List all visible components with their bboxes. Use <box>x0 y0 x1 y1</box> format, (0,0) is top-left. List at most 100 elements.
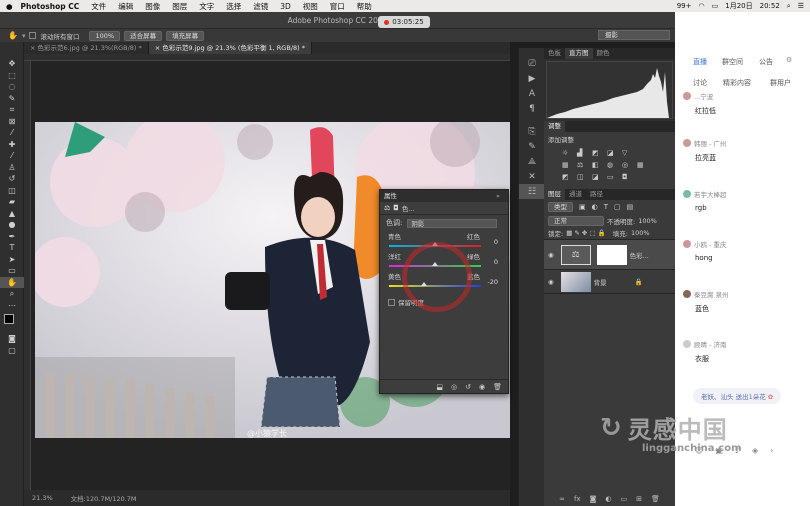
menu-layer[interactable]: 图层 <box>172 1 187 12</box>
layer-color-balance[interactable]: ◉ ⚖ 色彩... <box>544 240 675 270</box>
curves-icon[interactable]: ◩ <box>592 149 604 157</box>
history-brush-icon[interactable]: ↺ <box>0 173 24 185</box>
type-tool-icon[interactable]: T <box>0 242 24 254</box>
chat-tab-space[interactable]: 群空间 <box>722 57 743 67</box>
layer-background[interactable]: ◉ 背景 🔒 <box>544 270 675 294</box>
paragraph-panel-icon[interactable]: ¶ <box>519 101 545 116</box>
menu-image[interactable]: 图像 <box>145 1 160 12</box>
tab-histogram[interactable]: 直方图 <box>565 48 593 59</box>
crop-tool-icon[interactable]: ⌗ <box>0 104 24 116</box>
selective-color-icon[interactable]: ◘ <box>622 173 634 181</box>
dodge-tool-icon[interactable]: ● <box>0 219 24 231</box>
threshold-icon[interactable]: ◪ <box>592 173 604 181</box>
tool-preset-chevron-icon[interactable]: ▾ <box>22 32 26 40</box>
opacity-value[interactable]: 100% <box>638 217 657 225</box>
chat-tab-members[interactable]: 群用户 <box>770 78 791 88</box>
photo-filter-icon[interactable]: ◍ <box>607 161 619 169</box>
fit-screen-button[interactable]: 适合屏幕 <box>124 30 163 41</box>
path-select-icon[interactable]: ➤ <box>0 254 24 266</box>
zoom-100-button[interactable]: 100% <box>89 30 121 41</box>
layer-name[interactable]: 色彩... <box>630 250 649 260</box>
hand-tool-icon-2[interactable]: ✋ <box>0 276 24 288</box>
chat-user[interactable]: 秦豆腐 泉州 <box>694 289 729 299</box>
reset-icon[interactable]: ↺ <box>465 383 471 391</box>
character-panel-icon[interactable]: A <box>519 86 545 101</box>
brush-panel-icon[interactable]: ✎ <box>519 139 545 154</box>
link-icon[interactable]: ∞ <box>559 495 565 503</box>
lock-icons[interactable]: ▦ ✎ ✥ ⬚ 🔒 <box>566 229 606 237</box>
chat-user[interactable]: 韩丽 - 广州 <box>694 138 726 148</box>
layer-mask-thumb[interactable] <box>596 244 627 265</box>
vibrance-icon[interactable]: ▽ <box>622 149 634 157</box>
properties-header[interactable]: 属性 » <box>380 190 508 202</box>
filter-adjust-icon[interactable]: ◐ <box>592 203 598 211</box>
levels-icon[interactable]: ▟ <box>577 149 589 157</box>
apple-icon[interactable]: ● <box>6 2 13 11</box>
new-layer-icon[interactable]: ⊞ <box>636 495 642 503</box>
glyphs-panel-icon[interactable]: ⎘ <box>519 124 545 139</box>
tools-panel-icon[interactable]: ✕ <box>519 169 545 184</box>
tab-layers[interactable]: 图层 <box>544 189 565 200</box>
tone-select[interactable]: 阴影 <box>407 218 498 228</box>
slider-value[interactable]: 0 <box>494 258 498 266</box>
eraser-tool-icon[interactable]: ◫ <box>0 185 24 197</box>
avatar[interactable] <box>683 340 691 348</box>
menu-list-icon[interactable]: ☰ <box>798 2 804 10</box>
visibility-icon[interactable]: ◉ <box>548 251 554 259</box>
healing-brush-icon[interactable]: ✚ <box>0 139 24 151</box>
actions-panel-icon[interactable]: ▶ <box>519 71 545 86</box>
chat-user[interactable]: 小鸥 - 重庆 <box>694 239 726 249</box>
screen-mode-icon[interactable]: ▢ <box>0 345 24 357</box>
chat-user[interactable]: ...宁波 <box>694 91 713 101</box>
new-adjustment-icon[interactable]: ◐ <box>605 495 611 503</box>
panel-collapse-icon[interactable]: » <box>496 190 500 202</box>
tab-swatches[interactable]: 色板 <box>544 48 565 59</box>
eyedropper-tool-icon[interactable]: ⁄ <box>0 127 24 139</box>
app-name[interactable]: Photoshop CC <box>21 2 80 11</box>
workspace-select[interactable]: 摄影 <box>598 30 670 40</box>
frame-tool-icon[interactable]: ⊠ <box>0 116 24 128</box>
tab-doc-9[interactable]: × 色彩示范9.jpg @ 21.3% (色彩平衡 1, RGB/8) * <box>148 42 312 54</box>
visibility-icon[interactable]: ◉ <box>548 278 554 286</box>
add-mask-icon[interactable]: ◙ <box>590 495 597 503</box>
color-balance-adj-icon[interactable]: ⚖ <box>577 161 589 169</box>
close-icon[interactable]: × <box>30 44 38 52</box>
quick-mask-icon[interactable]: ◙ <box>0 333 24 345</box>
foreground-color[interactable] <box>4 314 14 324</box>
settings-icon[interactable]: ⚙ <box>786 56 792 64</box>
invert-icon[interactable]: ◩ <box>562 173 574 181</box>
more-tools-icon[interactable]: ⋯ <box>0 300 24 312</box>
color-swatches[interactable] <box>0 311 23 333</box>
gradient-tool-icon[interactable]: ▰ <box>0 196 24 208</box>
view-previous-icon[interactable]: ◎ <box>451 383 457 391</box>
trash-icon[interactable]: 🗑 <box>493 383 502 391</box>
chat-tab-discuss[interactable]: 讨论 <box>693 78 707 88</box>
marquee-tool-icon[interactable]: ⬚ <box>0 70 24 82</box>
brush-tool-icon[interactable]: ⁄ <box>0 150 24 162</box>
new-group-icon[interactable]: ▭ <box>620 495 627 503</box>
adjust-panel-icon[interactable]: ⟁ <box>519 154 545 169</box>
menu-file[interactable]: 文件 <box>91 1 106 12</box>
gradient-map-icon[interactable]: ▭ <box>607 173 619 181</box>
menu-help[interactable]: 帮助 <box>357 1 372 12</box>
chat-tab-notice[interactable]: 公告 <box>759 57 773 67</box>
blend-mode-select[interactable]: 正常 <box>548 215 604 226</box>
mask-icon[interactable]: ◘ <box>393 204 399 212</box>
tab-adjustments[interactable]: 调整 <box>544 121 565 132</box>
channel-mixer-icon[interactable]: ◎ <box>622 161 634 169</box>
filter-smart-icon[interactable]: ▤ <box>627 203 634 211</box>
fill-value[interactable]: 100% <box>631 229 650 237</box>
avatar[interactable] <box>683 240 691 248</box>
brightness-icon[interactable]: ☼ <box>562 149 574 157</box>
color-balance-icon[interactable]: ⚖ <box>384 204 390 212</box>
menubar-time[interactable]: 20:52 <box>760 2 780 10</box>
hand-tool-icon[interactable]: ✋ <box>8 31 18 40</box>
menu-3d[interactable]: 3D <box>280 2 291 11</box>
layer-name[interactable]: 背景 <box>594 277 607 287</box>
scroll-all-checkbox[interactable] <box>29 32 37 39</box>
quick-select-tool-icon[interactable]: ✎ <box>0 93 24 105</box>
tab-channels[interactable]: 通道 <box>565 189 586 200</box>
filter-pixel-icon[interactable]: ▣ <box>579 203 586 211</box>
zoom-tool-icon[interactable]: ⌕ <box>0 288 24 300</box>
menu-select[interactable]: 选择 <box>226 1 241 12</box>
